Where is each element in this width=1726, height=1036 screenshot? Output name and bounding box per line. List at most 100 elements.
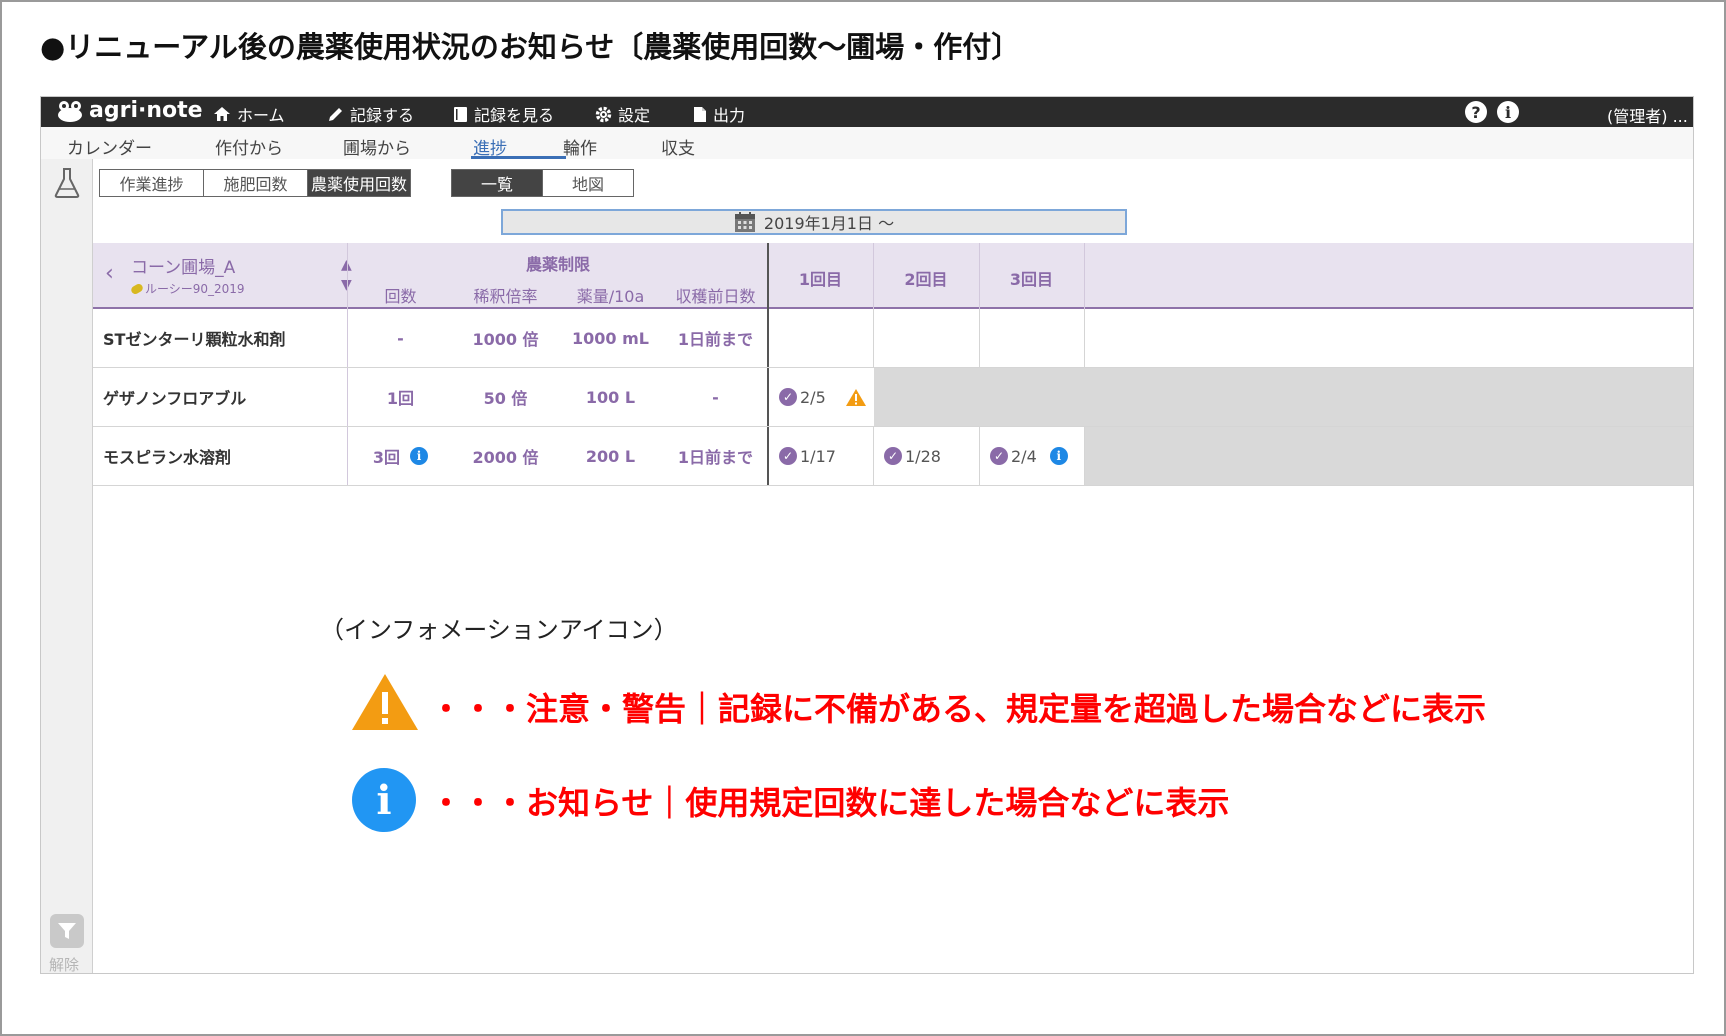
limit-preharvest: 1日前まで	[677, 448, 754, 467]
legend-warning-text: ・・・注意・警告｜記録に不備がある、規定量を超過した場合などに表示	[430, 690, 1487, 728]
logo-text: agri·note	[89, 98, 203, 123]
limit-preharvest: 1日前まで	[677, 330, 754, 349]
limit-col-amount: 薬量/10a	[576, 287, 645, 306]
legend-info-text: ・・・お知らせ｜使用規定回数に達した場合などに表示	[430, 784, 1230, 822]
date-range-text: 2019年1月1日 ～	[763, 214, 895, 233]
limit-col-dilution: 稀釈倍率	[473, 287, 538, 306]
limit-dilution: 2000 倍	[472, 448, 539, 467]
limit-count: -	[397, 328, 404, 348]
logo[interactable]: agri·note	[57, 98, 203, 123]
divider	[979, 243, 980, 309]
limit-col-preharvest: 収穫前日数	[675, 287, 756, 306]
seg-pesticide-count[interactable]: 農薬使用回数	[308, 170, 410, 196]
divider	[767, 427, 769, 485]
record-cell[interactable]: ✓ 2/4 i	[980, 427, 1084, 485]
record-date: 2/5	[800, 387, 826, 407]
calendar-icon	[734, 212, 755, 232]
divider	[1084, 243, 1085, 309]
nav-record[interactable]: 記録する	[327, 102, 414, 126]
crop-name: ルーシー90_2019	[129, 280, 245, 297]
subtab-by-crop[interactable]: 作付から	[215, 134, 283, 159]
limit-header: 農薬制限	[525, 255, 590, 274]
date-range-picker[interactable]: 2019年1月1日 ～	[501, 209, 1127, 235]
table-row: STゼンターリ顆粒水和剤 - 1000 倍 1000 mL 1日前まで	[93, 309, 1693, 368]
info-icon: i	[352, 768, 416, 832]
divider	[873, 309, 874, 367]
warning-icon[interactable]	[845, 388, 867, 407]
subtab-calendar[interactable]: カレンダー	[67, 134, 152, 159]
view-mode-toggle: 一覧 地図	[451, 169, 634, 197]
filter-clear-button[interactable]	[50, 914, 84, 948]
nav-home[interactable]: ホーム	[213, 102, 285, 126]
nav-settings[interactable]: 設定	[595, 102, 650, 126]
frog-icon	[58, 100, 82, 122]
field-name[interactable]: コーン圃場_A	[131, 253, 235, 278]
info-icon[interactable]: i	[1497, 101, 1519, 123]
record-date: 1/28	[905, 446, 941, 466]
seg-map[interactable]: 地図	[543, 170, 633, 196]
record-date: 2/4	[1011, 446, 1037, 466]
divider	[979, 427, 980, 485]
count-col-3: 3回目	[1009, 270, 1054, 289]
check-icon: ✓	[779, 388, 797, 406]
divider	[873, 243, 874, 309]
sub-navbar: カレンダー 作付から 圃場から 進捗 輪作 収支	[41, 127, 1693, 159]
divider	[347, 309, 348, 367]
filter-icon	[58, 923, 76, 939]
nav-output-label: 出力	[713, 106, 746, 125]
nav-view-records-label: 記録を見る	[474, 106, 555, 125]
record-cell[interactable]: ✓ 1/28	[874, 427, 979, 485]
divider	[347, 243, 348, 309]
limit-amount: 1000 mL	[572, 328, 649, 348]
subtab-balance[interactable]: 収支	[661, 134, 695, 159]
record-cell[interactable]: ✓ 1/17	[769, 427, 873, 485]
check-icon: ✓	[990, 447, 1008, 465]
flask-icon[interactable]	[53, 167, 81, 199]
user-menu[interactable]: (管理者) ...	[1607, 103, 1693, 127]
info-icon[interactable]: i	[410, 447, 429, 465]
limit-count: 3回 i	[348, 427, 453, 485]
pesticide-name[interactable]: モスピラン水溶剤	[93, 427, 347, 485]
legend-caption: （インフォメーションアイコン）	[320, 616, 678, 644]
subtab-rotation[interactable]: 輪作	[563, 134, 597, 159]
empty-cell	[874, 368, 1693, 426]
help-icon[interactable]: ?	[1465, 101, 1487, 123]
nav-home-label: ホーム	[237, 106, 285, 125]
home-icon	[214, 107, 230, 121]
nav-output[interactable]: 出力	[693, 102, 745, 126]
seg-fertilizer-count[interactable]: 施肥回数	[204, 170, 308, 196]
check-icon: ✓	[779, 447, 797, 465]
divider	[347, 427, 348, 485]
book-icon	[454, 106, 467, 122]
divider	[767, 368, 769, 426]
nav-record-label: 記録する	[350, 106, 415, 125]
seg-list[interactable]: 一覧	[452, 170, 543, 196]
limit-col-count: 回数	[384, 287, 417, 306]
record-cell[interactable]: ✓ 2/5	[769, 368, 873, 426]
corn-icon	[129, 282, 145, 296]
divider	[767, 243, 769, 309]
pesticide-name[interactable]: ゲザノンフロアブル	[93, 368, 347, 426]
chevron-left-icon[interactable]: ‹	[105, 261, 114, 286]
app-window: agri·note ホーム 記録する 記録を見る 設定 出力 ? i (管理者)…	[40, 96, 1694, 974]
info-icon[interactable]: i	[1049, 447, 1068, 465]
subtab-by-field[interactable]: 圃場から	[343, 134, 411, 159]
slide-title: ●リニューアル後の農薬使用状況のお知らせ〔農薬使用回数～圃場・作付〕	[40, 30, 1021, 64]
limit-dilution: 50 倍	[483, 389, 528, 408]
nav-view-records[interactable]: 記録を見る	[453, 102, 554, 126]
seg-work-progress[interactable]: 作業進捗	[100, 170, 204, 196]
limit-amount: 200 L	[585, 446, 636, 466]
divider	[873, 427, 874, 485]
limit-count: 1回	[386, 389, 415, 408]
table-header: ‹ コーン圃場_A ルーシー90_2019 ▲ ▼ 農薬制限 回数 稀釈倍率 薬…	[93, 243, 1693, 309]
pesticide-name[interactable]: STゼンターリ顆粒水和剤	[93, 309, 347, 367]
empty-cell	[1085, 427, 1693, 485]
limit-dilution: 1000 倍	[472, 330, 539, 349]
divider	[1084, 427, 1085, 485]
active-tab-indicator	[471, 156, 566, 159]
nav-settings-label: 設定	[618, 106, 651, 125]
table-row: モスピラン水溶剤 3回 i 2000 倍 200 L 1日前まで ✓ 1/17 …	[93, 427, 1693, 486]
warning-icon	[352, 674, 418, 730]
record-date: 1/17	[800, 446, 836, 466]
count-col-1: 1回目	[798, 270, 843, 289]
